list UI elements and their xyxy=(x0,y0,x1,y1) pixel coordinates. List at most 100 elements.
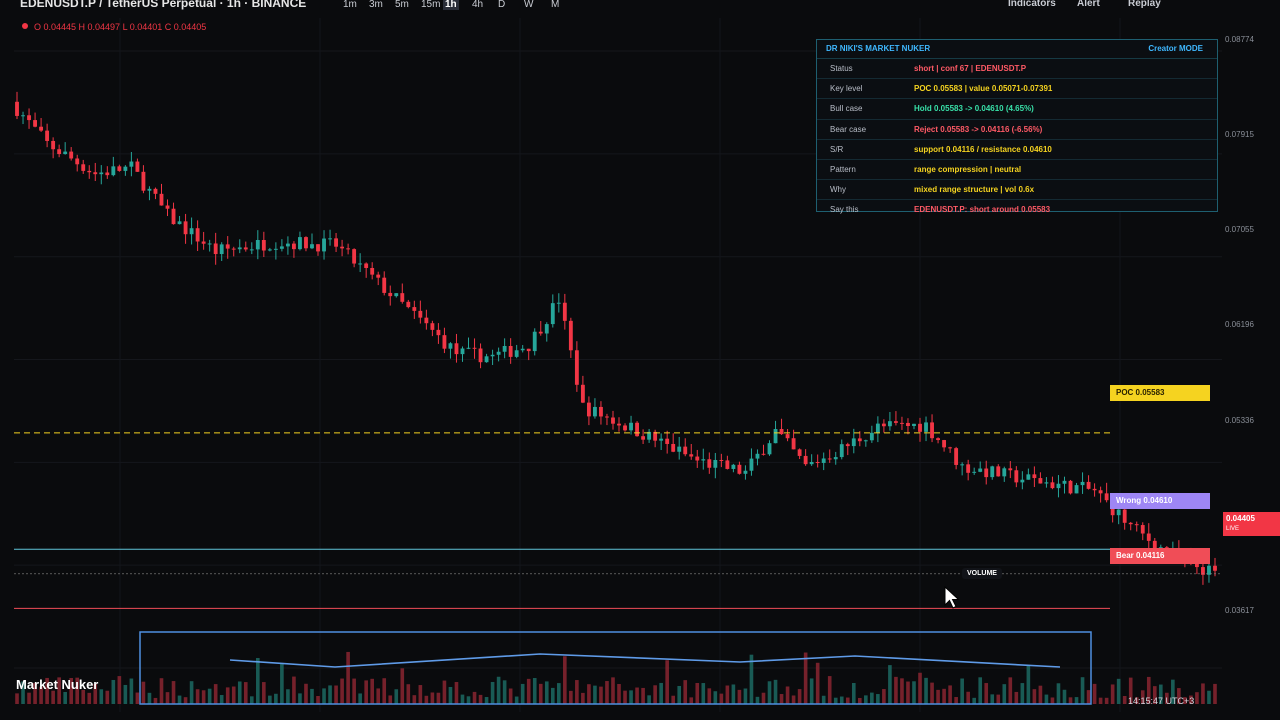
volume-bar xyxy=(201,690,206,704)
candle-body xyxy=(243,247,248,250)
candle-body xyxy=(1026,474,1031,480)
volume-bar xyxy=(364,680,368,704)
candle-body xyxy=(69,151,74,159)
volume-bar xyxy=(111,679,116,704)
candle-body xyxy=(1086,481,1091,489)
candle-body xyxy=(418,310,423,318)
timeframe-15m[interactable]: 15m xyxy=(419,0,442,10)
volume-bar xyxy=(400,668,405,704)
volume-bar xyxy=(141,681,146,704)
replay-button[interactable]: Replay xyxy=(1128,0,1161,9)
candle-body xyxy=(285,243,290,247)
volume-bar xyxy=(1044,694,1049,704)
candle-body xyxy=(924,422,928,432)
volume-bar xyxy=(839,696,844,704)
volume-bar xyxy=(280,662,284,704)
candle-body xyxy=(454,343,459,355)
volume-bar xyxy=(1074,697,1079,704)
candle-body xyxy=(352,249,357,264)
candle-body xyxy=(833,457,838,460)
wrong-level-tag: Wrong 0.04610 xyxy=(1110,493,1210,509)
price-axis-label: 0.07055 xyxy=(1225,225,1254,234)
volume-bar xyxy=(358,693,362,704)
volume-bar xyxy=(833,697,838,704)
volume-bar xyxy=(508,688,513,704)
timeframe-5m[interactable]: 5m xyxy=(393,0,411,10)
candle-body xyxy=(641,436,646,440)
volume-bar xyxy=(731,684,736,704)
candle-body xyxy=(201,241,206,244)
candle-body xyxy=(978,468,983,472)
volume-bar xyxy=(605,681,609,704)
candle-body xyxy=(803,455,808,465)
candle-body xyxy=(412,307,417,311)
candle-body xyxy=(81,164,86,171)
candle-body xyxy=(695,456,700,461)
volume-bar xyxy=(683,680,688,704)
volume-bar xyxy=(87,692,92,704)
volume-bar xyxy=(412,695,417,704)
candle-body xyxy=(839,444,844,458)
candle-body xyxy=(930,422,934,439)
price-axis-label: 0.03617 xyxy=(1225,606,1254,615)
volume-bar xyxy=(1080,677,1085,704)
candle-body xyxy=(261,240,266,251)
candle-body xyxy=(490,354,495,357)
timeframe-d[interactable]: D xyxy=(496,0,507,10)
volume-bar xyxy=(340,678,344,704)
symbol-title[interactable]: EDENUSDT.P / TetherUS Perpetual · 1h · B… xyxy=(20,0,306,10)
volume-bar xyxy=(352,678,356,704)
candle-body xyxy=(635,422,639,437)
volume-bar xyxy=(954,697,958,704)
volume-bar xyxy=(442,680,447,704)
volume-bar xyxy=(1068,697,1073,704)
candle-body xyxy=(701,459,706,461)
candle-body xyxy=(827,458,832,460)
volume-bar xyxy=(809,678,814,704)
candle-body xyxy=(972,471,977,473)
timeframe-m[interactable]: M xyxy=(549,0,561,10)
volume-bar xyxy=(689,697,694,704)
row-value: range compression | neutral xyxy=(914,164,1022,174)
candle-body xyxy=(568,320,573,351)
volume-bar xyxy=(183,697,188,704)
candle-body xyxy=(586,402,591,417)
timeframe-3m[interactable]: 3m xyxy=(367,0,385,10)
candle-body xyxy=(322,238,326,252)
candle-body xyxy=(21,115,25,117)
candle-body xyxy=(779,429,784,435)
panel-row: S/R support 0.04116 / resistance 0.04610 xyxy=(817,140,1217,160)
volume-bar xyxy=(165,692,170,704)
candle-body xyxy=(1002,468,1007,477)
brand-watermark: Market Nuker xyxy=(16,677,99,692)
candle-body xyxy=(749,458,754,471)
candle-body xyxy=(785,434,790,439)
candle-body xyxy=(364,263,369,268)
candle-body xyxy=(436,329,441,336)
volume-bar xyxy=(815,662,820,704)
bear-level-tag: Bear 0.04116 xyxy=(1110,548,1210,564)
candle-body xyxy=(304,237,308,249)
candle-body xyxy=(520,348,525,351)
candle-body xyxy=(195,228,200,242)
candle-body xyxy=(231,248,236,250)
candle-body xyxy=(424,317,429,324)
row-value: Hold 0.05583 -> 0.04610 (4.65%) xyxy=(914,104,1034,114)
panel-row: Say this EDENUSDT.P: short around 0.05583 xyxy=(817,200,1217,219)
candle-body xyxy=(677,446,682,452)
candle-body xyxy=(472,347,477,349)
volume-bar xyxy=(918,672,922,704)
candle-body xyxy=(406,301,411,308)
indicators-button[interactable]: Indicators xyxy=(1008,0,1056,9)
panel-row: Status short | conf 67 | EDENUSDT.P xyxy=(817,59,1217,80)
timeframe-4h[interactable]: 4h xyxy=(470,0,485,10)
timeframe-1h[interactable]: 1h xyxy=(443,0,459,10)
candle-body xyxy=(526,348,531,352)
volume-bar xyxy=(460,694,465,704)
timeframe-w[interactable]: W xyxy=(522,0,535,10)
timeframe-1m[interactable]: 1m xyxy=(341,0,359,10)
alert-button[interactable]: Alert xyxy=(1077,0,1100,9)
volume-bar xyxy=(1201,683,1205,704)
volume-bar xyxy=(719,693,724,704)
volume-bar xyxy=(617,684,621,704)
